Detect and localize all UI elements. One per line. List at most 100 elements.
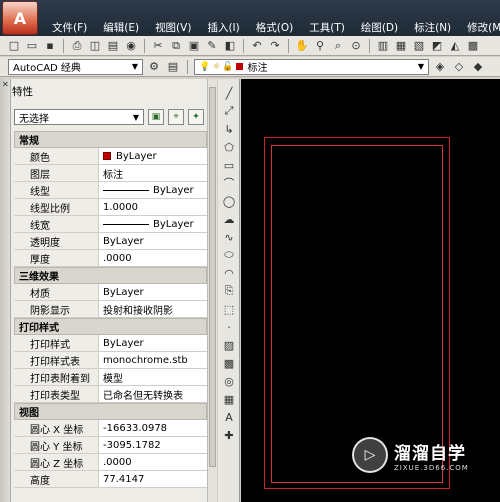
copy-icon[interactable]: ⧉ bbox=[168, 38, 184, 54]
prop-row-plot-table-type[interactable]: 打印表类型 已命名但无转换表 bbox=[14, 386, 207, 403]
scroll-thumb[interactable] bbox=[209, 87, 216, 467]
markup-icon[interactable]: ◭ bbox=[447, 38, 463, 54]
print-icon[interactable]: ⎙ bbox=[69, 38, 85, 54]
menu-format[interactable]: 格式(O) bbox=[248, 20, 301, 35]
construction-line-icon[interactable]: ⤢ bbox=[221, 103, 237, 119]
close-icon[interactable]: ✕ bbox=[2, 81, 10, 89]
spline-icon[interactable]: ∿ bbox=[221, 229, 237, 245]
menu-file[interactable]: 文件(F) bbox=[44, 20, 95, 35]
region-icon[interactable]: ◎ bbox=[221, 373, 237, 389]
prop-row-center-z[interactable]: 圆心 Z 坐标 .0000 bbox=[14, 454, 207, 471]
menu-modify[interactable]: 修改(M) bbox=[459, 20, 500, 35]
tool-palettes-icon[interactable]: ▧ bbox=[411, 38, 427, 54]
gradient-icon[interactable]: ▩ bbox=[221, 355, 237, 371]
polyline-icon[interactable]: ↳ bbox=[221, 121, 237, 137]
menu-view[interactable]: 视图(V) bbox=[147, 20, 199, 35]
prop-row-transparency[interactable]: 透明度 ByLayer bbox=[14, 233, 207, 250]
zoom-previous-icon[interactable]: ⊙ bbox=[348, 38, 364, 54]
prop-row-linetype-scale[interactable]: 线型比例 1.0000 bbox=[14, 199, 207, 216]
prop-row-thickness[interactable]: 厚度 .0000 bbox=[14, 250, 207, 267]
prop-value[interactable]: ByLayer bbox=[99, 148, 207, 164]
prop-value[interactable]: -16633.0978 bbox=[99, 420, 207, 436]
prop-row-lineweight[interactable]: 线宽 ByLayer bbox=[14, 216, 207, 233]
prop-value[interactable]: ByLayer bbox=[99, 233, 207, 249]
menu-draw[interactable]: 绘图(D) bbox=[353, 20, 406, 35]
prop-row-color[interactable]: 颜色 ByLayer bbox=[14, 148, 207, 165]
quick-select-icon[interactable]: ✦ bbox=[188, 109, 204, 125]
prop-value[interactable]: 已命名但无转换表 bbox=[99, 386, 207, 402]
prop-value[interactable]: .0000 bbox=[99, 454, 207, 470]
prop-value[interactable]: ByLayer bbox=[99, 182, 207, 198]
layer-previous-icon[interactable]: ◇ bbox=[451, 59, 467, 75]
toggle-pickadd-icon[interactable]: ▣ bbox=[148, 109, 164, 125]
prop-row-layer[interactable]: 图层 标注 bbox=[14, 165, 207, 182]
layer-properties-icon[interactable]: ▤ bbox=[165, 59, 181, 75]
layer-state-icon[interactable]: ◆ bbox=[470, 59, 486, 75]
zoom-window-icon[interactable]: ⌕ bbox=[330, 38, 346, 54]
cut-icon[interactable]: ✂ bbox=[150, 38, 166, 54]
plot-icon[interactable]: ▤ bbox=[105, 38, 121, 54]
layer-select[interactable]: 💡 ☼ 🔓 标注 ▼ bbox=[194, 58, 429, 75]
prop-row-material[interactable]: 材质 ByLayer bbox=[14, 284, 207, 301]
open-file-icon[interactable]: ▭ bbox=[24, 38, 40, 54]
make-block-icon[interactable]: ⬚ bbox=[221, 301, 237, 317]
prop-row-center-x[interactable]: 圆心 X 坐标 -16633.0978 bbox=[14, 420, 207, 437]
revision-cloud-icon[interactable]: ☁ bbox=[221, 211, 237, 227]
paste-icon[interactable]: ▣ bbox=[186, 38, 202, 54]
arc-icon[interactable]: ⌒ bbox=[221, 175, 237, 191]
redo-icon[interactable]: ↷ bbox=[267, 38, 283, 54]
match-properties-icon[interactable]: ✎ bbox=[204, 38, 220, 54]
hatch-icon[interactable]: ▨ bbox=[221, 337, 237, 353]
prop-row-shadow[interactable]: 阴影显示 投射和接收阴影 bbox=[14, 301, 207, 318]
workspace-settings-icon[interactable]: ⚙ bbox=[146, 59, 162, 75]
prop-value[interactable]: -3095.1782 bbox=[99, 437, 207, 453]
prop-value[interactable]: .0000 bbox=[99, 250, 207, 266]
prop-value[interactable]: monochrome.stb bbox=[99, 352, 207, 368]
prop-value[interactable]: 77.4147 bbox=[99, 471, 207, 487]
selection-select[interactable]: 无选择 ▼ bbox=[14, 109, 144, 125]
publish-icon[interactable]: ◉ bbox=[123, 38, 139, 54]
block-editor-icon[interactable]: ◧ bbox=[222, 38, 238, 54]
circle-icon[interactable]: ◯ bbox=[221, 193, 237, 209]
zoom-realtime-icon[interactable]: ⚲ bbox=[312, 38, 328, 54]
sheet-set-icon[interactable]: ◩ bbox=[429, 38, 445, 54]
prop-value[interactable]: 投射和接收阴影 bbox=[99, 301, 207, 317]
properties-icon[interactable]: ▥ bbox=[375, 38, 391, 54]
rectangle-icon[interactable]: ▭ bbox=[221, 157, 237, 173]
menu-insert[interactable]: 插入(I) bbox=[199, 20, 247, 35]
prop-row-linetype[interactable]: 线型 ByLayer bbox=[14, 182, 207, 199]
section-plot-style[interactable]: 打印样式 bbox=[14, 318, 207, 335]
section-general[interactable]: 常规 bbox=[14, 131, 207, 148]
pan-icon[interactable]: ✋ bbox=[294, 38, 310, 54]
undo-icon[interactable]: ↶ bbox=[249, 38, 265, 54]
section-3d-effects[interactable]: 三维效果 bbox=[14, 267, 207, 284]
menu-edit[interactable]: 编辑(E) bbox=[95, 20, 147, 35]
panel-scrollbar[interactable] bbox=[207, 79, 217, 502]
prop-value[interactable]: ByLayer bbox=[99, 335, 207, 351]
ellipse-icon[interactable]: ⬭ bbox=[221, 247, 237, 263]
prop-value[interactable]: ByLayer bbox=[99, 284, 207, 300]
design-center-icon[interactable]: ▦ bbox=[393, 38, 409, 54]
calculator-icon[interactable]: ▩ bbox=[465, 38, 481, 54]
prop-row-height[interactable]: 高度 77.4147 bbox=[14, 471, 207, 488]
panel-titlebar[interactable]: ✕ bbox=[0, 79, 11, 502]
menu-tools[interactable]: 工具(T) bbox=[301, 20, 353, 35]
new-file-icon[interactable]: □ bbox=[6, 38, 22, 54]
make-current-layer-icon[interactable]: ◈ bbox=[432, 59, 448, 75]
prop-value[interactable]: 标注 bbox=[99, 165, 207, 181]
prop-row-plot-table-attached[interactable]: 打印表附着到 模型 bbox=[14, 369, 207, 386]
point-icon[interactable]: · bbox=[221, 319, 237, 335]
autocad-logo-icon[interactable]: A bbox=[2, 1, 38, 35]
section-view[interactable]: 视图 bbox=[14, 403, 207, 420]
polygon-icon[interactable]: ⬠ bbox=[221, 139, 237, 155]
workspace-select[interactable]: AutoCAD 经典 ▼ bbox=[8, 58, 143, 75]
table-icon[interactable]: ▦ bbox=[221, 391, 237, 407]
print-preview-icon[interactable]: ◫ bbox=[87, 38, 103, 54]
ellipse-arc-icon[interactable]: ◠ bbox=[221, 265, 237, 281]
prop-value[interactable]: 模型 bbox=[99, 369, 207, 385]
multiline-text-icon[interactable]: A bbox=[221, 409, 237, 425]
menu-dimension[interactable]: 标注(N) bbox=[406, 20, 459, 35]
prop-row-plot-style-table[interactable]: 打印样式表 monochrome.stb bbox=[14, 352, 207, 369]
prop-value[interactable]: ByLayer bbox=[99, 216, 207, 232]
prop-value[interactable]: 1.0000 bbox=[99, 199, 207, 215]
